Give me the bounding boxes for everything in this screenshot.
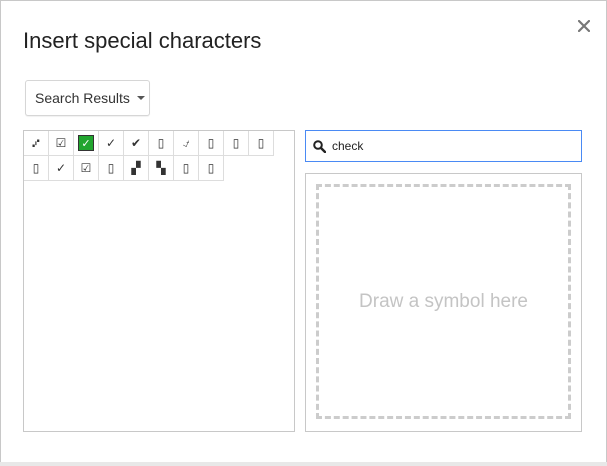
- search-box[interactable]: [305, 130, 582, 162]
- check-mark-icon: ✓: [78, 135, 94, 151]
- close-icon: [578, 20, 590, 32]
- char-cell-unknown-glyph[interactable]: ▯: [249, 131, 274, 156]
- insert-special-characters-dialog: Insert special characters Search Results…: [0, 0, 607, 466]
- char-glyph: ☑: [55, 136, 67, 150]
- close-button[interactable]: [573, 15, 595, 37]
- character-results-panel: ⑇ ☑ ✓ ✓ ✔ ▯ ⍻ ▯ ▯ ▯ ▯ ✓ ☑ ▯ ▞ ▚ ▯ ▯: [23, 130, 295, 432]
- char-glyph: ⑇: [32, 136, 40, 150]
- char-glyph: ▞: [131, 161, 141, 175]
- char-glyph: ✔: [130, 136, 142, 150]
- char-cell-check-mark-light[interactable]: ✓: [49, 156, 74, 181]
- char-cell-unknown-glyph[interactable]: ▯: [149, 131, 174, 156]
- chevron-down-icon: [136, 96, 145, 100]
- char-glyph: ▯: [232, 136, 240, 150]
- category-dropdown-label: Search Results: [35, 90, 130, 106]
- char-cell-partial-check-symbol[interactable]: ⑇: [24, 131, 49, 156]
- char-cell-unknown-glyph[interactable]: ▯: [224, 131, 249, 156]
- char-glyph: ✓: [55, 161, 67, 175]
- char-cell-check-mark[interactable]: ✓: [99, 131, 124, 156]
- char-glyph: ⍻: [182, 136, 190, 150]
- char-glyph: ▯: [157, 136, 165, 150]
- char-glyph: ☑: [80, 161, 92, 175]
- draw-symbol-area[interactable]: Draw a symbol here: [316, 184, 571, 419]
- character-grid: ⑇ ☑ ✓ ✓ ✔ ▯ ⍻ ▯ ▯ ▯ ▯ ✓ ☑ ▯ ▞ ▚ ▯ ▯: [24, 131, 274, 181]
- dialog-title: Insert special characters: [23, 28, 262, 53]
- char-glyph: ▯: [207, 136, 215, 150]
- search-icon: [312, 139, 326, 153]
- char-glyph: ▯: [207, 161, 215, 175]
- draw-panel: Draw a symbol here: [305, 173, 582, 432]
- category-dropdown[interactable]: Search Results: [25, 80, 150, 116]
- char-glyph: ▚: [156, 161, 166, 175]
- char-cell-unknown-glyph[interactable]: ▯: [174, 156, 199, 181]
- char-glyph: ▯: [32, 161, 40, 175]
- char-cell-not-check-mark[interactable]: ⍻: [174, 131, 199, 156]
- char-glyph: ▯: [182, 161, 190, 175]
- char-cell-ballot-box-with-check[interactable]: ☑: [49, 131, 74, 156]
- char-glyph: ▯: [107, 161, 115, 175]
- char-cell-checkerboard-right[interactable]: ▚: [149, 156, 174, 181]
- char-cell-heavy-check-mark[interactable]: ✔: [124, 131, 149, 156]
- char-cell-checkerboard-left[interactable]: ▞: [124, 156, 149, 181]
- bottom-edge: [0, 462, 607, 466]
- search-input[interactable]: [332, 139, 572, 153]
- char-cell-unknown-glyph[interactable]: ▯: [199, 131, 224, 156]
- char-cell-white-heavy-check-mark[interactable]: ✓: [74, 131, 99, 156]
- draw-hint: Draw a symbol here: [359, 290, 528, 312]
- char-cell-ballot-box-with-check[interactable]: ☑: [74, 156, 99, 181]
- char-cell-unknown-glyph[interactable]: ▯: [99, 156, 124, 181]
- char-glyph: ✓: [105, 136, 117, 150]
- char-glyph: ▯: [257, 136, 265, 150]
- char-cell-unknown-glyph[interactable]: ▯: [199, 156, 224, 181]
- char-cell-unknown-glyph[interactable]: ▯: [24, 156, 49, 181]
